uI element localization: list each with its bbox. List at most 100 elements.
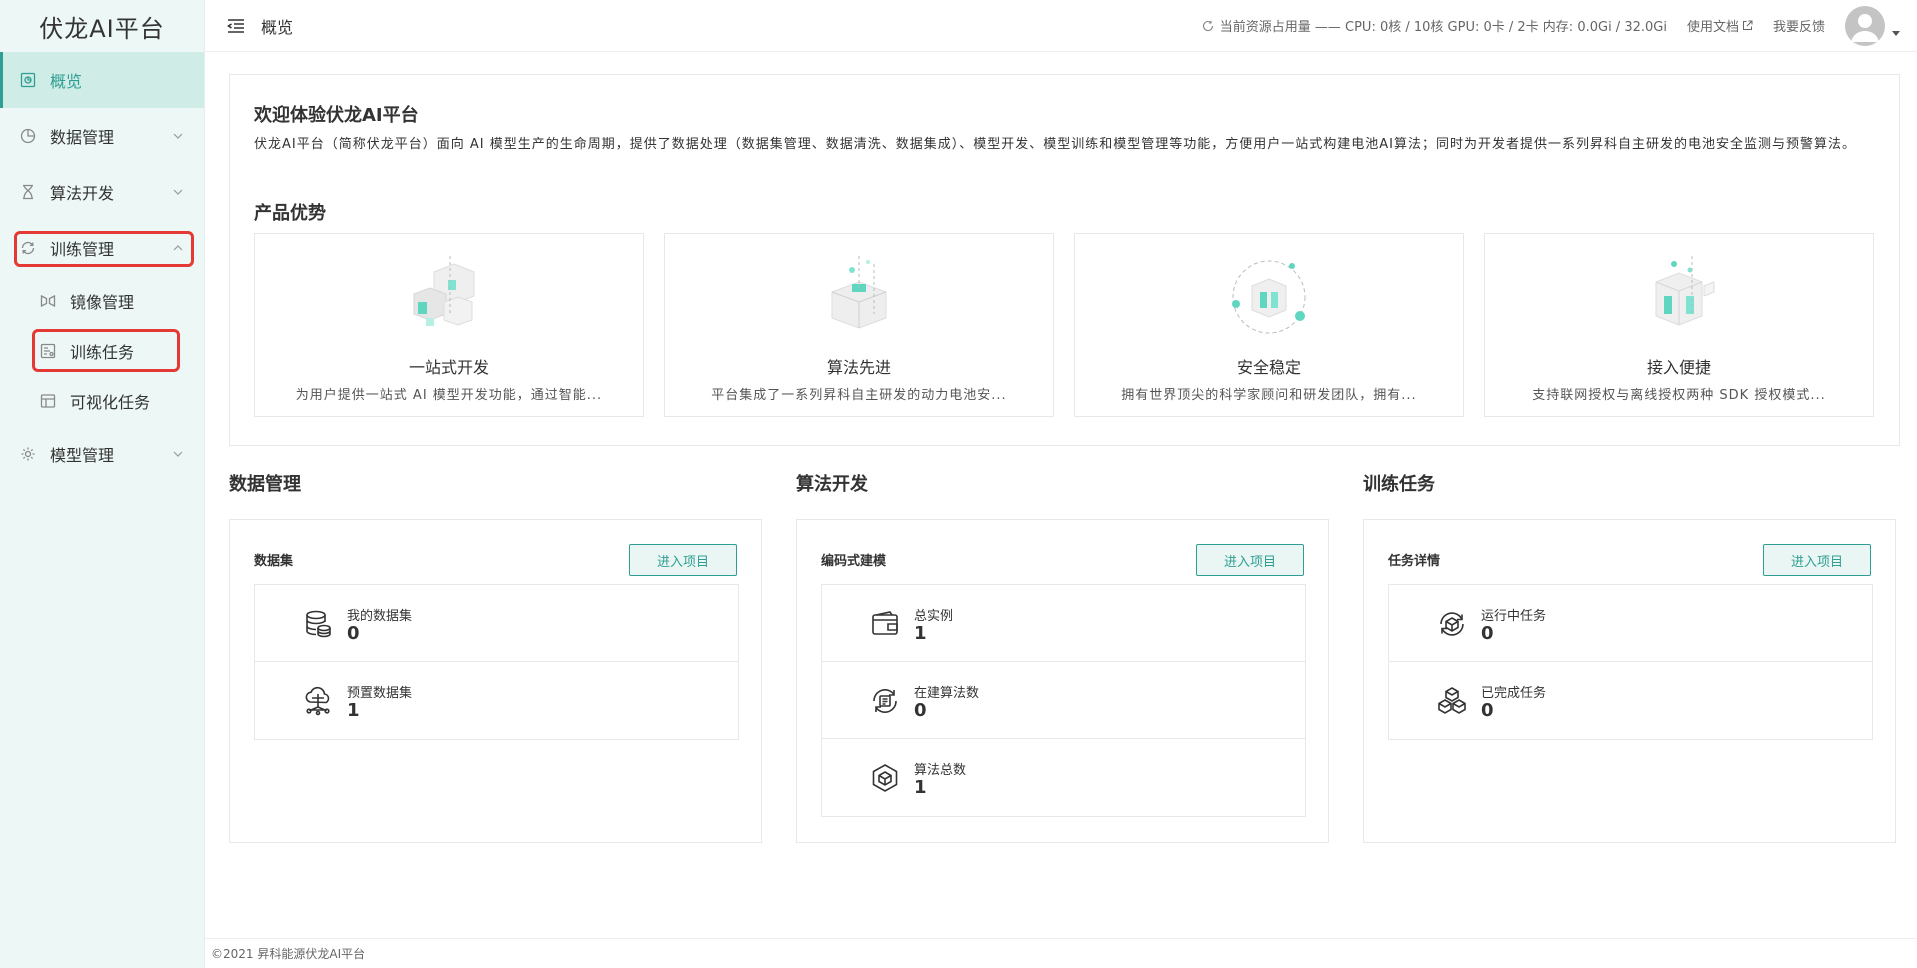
algorithm-illustration-icon [831, 256, 887, 329]
intro-description: 伏龙AI平台（简称伏龙平台）面向 AI 模型生产的生命周期，提供了数据处理（数据… [254, 137, 1856, 152]
sidebar: 伏龙AI平台 概览 数据管理 算法开发 训练管理 镜像管理 训练任务 可视化任务… [0, 0, 205, 968]
stat-label: 算法总数 [914, 763, 967, 778]
wallet-icon [872, 611, 898, 635]
model-gear-icon [20, 446, 36, 462]
intro-card: 欢迎体验伏龙AI平台 伏龙AI平台（简称伏龙平台）面向 AI 模型生产的生命周期… [229, 74, 1900, 446]
cube-cycle-icon [1440, 612, 1464, 636]
enter-project-button[interactable]: 进入项目 [629, 544, 737, 576]
page-title: 概览 [261, 17, 294, 37]
cloud-network-icon [305, 686, 330, 716]
stat-row: 在建算法数 0 [822, 662, 1305, 739]
sidebar-item-overview[interactable]: 概览 [0, 52, 204, 108]
intro-title: 欢迎体验伏龙AI平台 [254, 105, 419, 126]
stat-label: 在建算法数 [914, 686, 980, 701]
refresh-doc-icon [873, 689, 897, 713]
advantages-title: 产品优势 [254, 203, 326, 224]
sidebar-item-training-tasks[interactable]: 训练任务 [0, 326, 204, 376]
user-icon [1851, 13, 1879, 42]
sidebar-item-label: 算法开发 [50, 184, 115, 203]
stat-value: 1 [347, 700, 360, 721]
advantage-name: 一站式开发 [408, 358, 489, 377]
stat-value: 0 [914, 700, 927, 721]
docs-link[interactable]: 使用文档 [1687, 16, 1753, 35]
avatar[interactable] [1845, 5, 1885, 46]
advantage-name: 安全稳定 [1236, 358, 1301, 377]
chevron-down-icon [173, 451, 183, 457]
feedback-link[interactable]: 我要反馈 [1773, 16, 1825, 35]
stat-list: 总实例 1 在建算法数 0 算法总数 1 [821, 584, 1306, 817]
sidebar-item-training-management[interactable]: 训练管理 [0, 220, 204, 276]
train-panel: 任务详情 进入项目 运行中任务 0 已完成任务 0 [1363, 519, 1896, 843]
sidebar-item-label: 训练管理 [50, 240, 115, 259]
sidebar-item-image-management[interactable]: 镜像管理 [0, 276, 204, 326]
cubes-icon [1438, 687, 1466, 714]
main-content: 欢迎体验伏龙AI平台 伏龙AI平台（简称伏龙平台）面向 AI 模型生产的生命周期… [205, 52, 1917, 938]
sidebar-item-label: 可视化任务 [70, 393, 151, 412]
cycle-icon [20, 240, 36, 256]
menu-fold-icon[interactable] [227, 18, 245, 34]
stat-value: 0 [347, 623, 360, 644]
sidebar-item-data-management[interactable]: 数据管理 [0, 108, 204, 164]
stat-row: 已完成任务 0 [1389, 662, 1872, 739]
docs-link-label: 使用文档 [1686, 20, 1739, 35]
advantage-desc: 平台集成了一系列昇科自主研发的动力电池安... [711, 388, 1007, 403]
stat-value: 1 [914, 777, 927, 798]
sidebar-item-label: 训练任务 [70, 343, 135, 362]
sidebar-item-visualization-tasks[interactable]: 可视化任务 [0, 376, 204, 426]
panel-label: 数据集 [254, 554, 294, 569]
advantage-card: 安全稳定 拥有世界顶尖的科学家顾问和研发团队，拥有... [1074, 233, 1464, 417]
stat-value: 0 [1481, 623, 1494, 644]
hourglass-icon [20, 184, 36, 200]
stat-row: 我的数据集 0 [255, 585, 738, 662]
external-link-icon [1742, 20, 1753, 30]
chevron-down-icon [173, 133, 183, 139]
app-logo: 伏龙AI平台 [39, 14, 165, 43]
security-illustration-icon [1232, 260, 1306, 334]
advantage-card: 一站式开发 为用户提供一站式 AI 模型开发功能，通过智能... [254, 233, 644, 417]
advantage-desc: 为用户提供一站式 AI 模型开发功能，通过智能... [295, 388, 603, 403]
refresh-icon[interactable] [1202, 20, 1214, 32]
section-title-train: 训练任务 [1363, 474, 1435, 495]
enter-project-button[interactable]: 进入项目 [1763, 544, 1871, 576]
stat-row: 运行中任务 0 [1389, 585, 1872, 662]
stat-label: 我的数据集 [347, 609, 413, 624]
dashboard-icon [20, 72, 36, 88]
pie-chart-icon [20, 128, 36, 144]
enter-project-button[interactable]: 进入项目 [1196, 544, 1304, 576]
access-illustration-icon [1655, 256, 1715, 326]
task-list-icon [40, 343, 56, 359]
stat-label: 总实例 [914, 609, 954, 624]
panel-label: 编码式建模 [821, 554, 887, 569]
data-panel: 数据集 进入项目 我的数据集 0 预置数据集 1 [229, 519, 762, 843]
sidebar-item-label: 镜像管理 [70, 293, 135, 312]
sidebar-item-label: 数据管理 [50, 128, 115, 147]
advantage-card: 接入便捷 支持联网授权与离线授权两种 SDK 授权模式... [1484, 233, 1874, 417]
stat-list: 运行中任务 0 已完成任务 0 [1388, 584, 1873, 740]
sidebar-item-label: 模型管理 [50, 446, 115, 465]
one-stop-illustration-icon [413, 256, 475, 326]
footer: ©2021 昇科能源伏龙AI平台 [205, 938, 1917, 968]
stat-value: 1 [914, 623, 927, 644]
section-title-algo: 算法开发 [796, 474, 868, 495]
stat-label: 运行中任务 [1481, 609, 1547, 624]
stat-value: 0 [1481, 700, 1494, 721]
stat-row: 预置数据集 1 [255, 662, 738, 739]
panel-label: 任务详情 [1388, 554, 1441, 569]
algo-panel: 编码式建模 进入项目 总实例 1 在建算法数 0 算法总数 1 [796, 519, 1329, 843]
stat-label: 已完成任务 [1481, 686, 1547, 701]
advantage-desc: 支持联网授权与离线授权两种 SDK 授权模式... [1532, 388, 1826, 403]
mirror-icon [40, 293, 56, 309]
stat-list: 我的数据集 0 预置数据集 1 [254, 584, 739, 740]
caret-down-icon[interactable] [1891, 28, 1901, 38]
chevron-down-icon [173, 189, 183, 195]
chevron-up-icon [173, 245, 183, 251]
advantage-name: 接入便捷 [1646, 358, 1711, 377]
sidebar-item-model-management[interactable]: 模型管理 [0, 426, 204, 482]
table-chart-icon [40, 393, 56, 409]
section-title-data: 数据管理 [229, 474, 301, 495]
resource-usage: 当前资源占用量 —— CPU: 0核 / 10核 GPU: 0卡 / 2卡 内存… [1219, 20, 1667, 35]
top-header: 概览 当前资源占用量 —— CPU: 0核 / 10核 GPU: 0卡 / 2卡… [205, 0, 1917, 52]
sidebar-item-algorithm-dev[interactable]: 算法开发 [0, 164, 204, 220]
advantage-card: 算法先进 平台集成了一系列昇科自主研发的动力电池安... [664, 233, 1054, 417]
stat-row: 总实例 1 [822, 585, 1305, 662]
